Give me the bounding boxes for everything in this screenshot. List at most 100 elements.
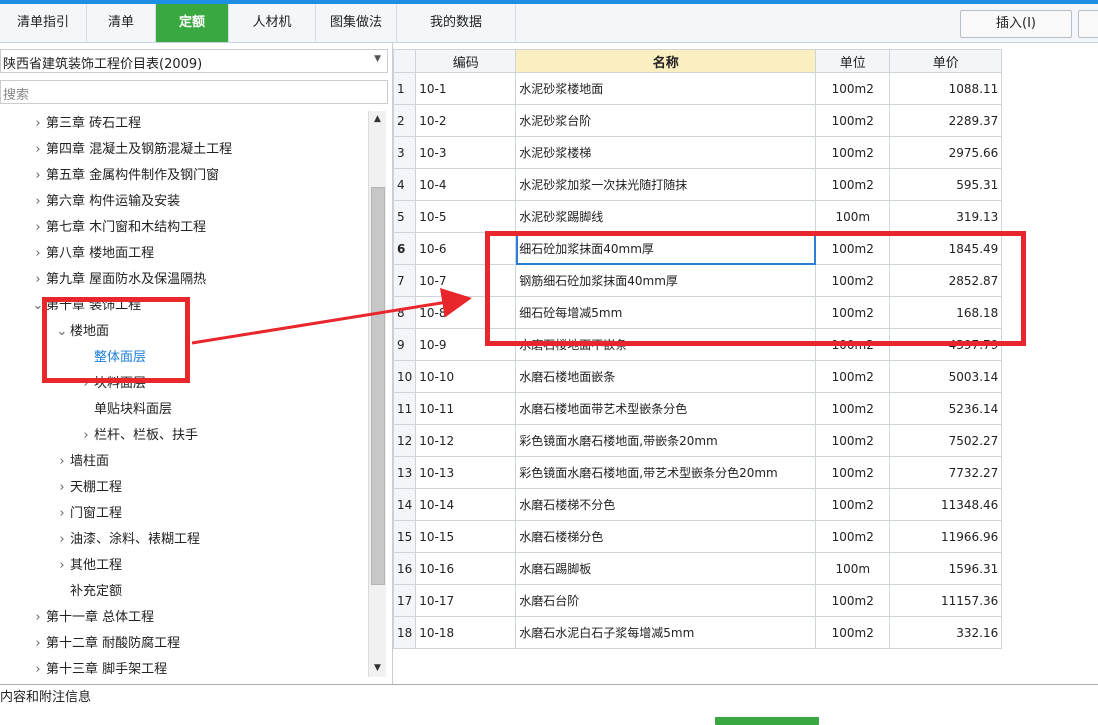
tree-node[interactable]: › 第三章 砖石工程 xyxy=(30,111,141,137)
tab-tuji[interactable]: 图集做法 xyxy=(316,4,397,42)
search-input[interactable]: 搜索 xyxy=(0,80,388,104)
unit-cell[interactable]: 100m2 xyxy=(815,424,891,457)
name-cell[interactable]: 水泥砂浆楼梯 xyxy=(515,136,817,169)
code-cell[interactable]: 10-17 xyxy=(415,584,517,617)
table-row[interactable]: 15 10-15 水磨石楼梯分色 100m2 11966.96 xyxy=(392,520,1003,553)
unit-cell[interactable]: 100m2 xyxy=(815,616,891,649)
tree-node[interactable]: › 第十二章 耐酸防腐工程 xyxy=(30,631,180,657)
col-header-name[interactable]: 名称 xyxy=(515,49,817,73)
code-cell[interactable]: 10-16 xyxy=(415,552,517,585)
unit-cell[interactable]: 100m2 xyxy=(815,72,891,105)
price-cell[interactable]: 332.16 xyxy=(889,616,1003,649)
name-cell[interactable]: 水磨石水泥白石子浆每增减5mm xyxy=(515,616,817,649)
row-index-cell[interactable]: 16 xyxy=(392,552,417,585)
price-cell[interactable]: 2289.37 xyxy=(889,104,1003,137)
price-cell[interactable]: 5003.14 xyxy=(889,360,1003,393)
price-cell[interactable]: 11966.96 xyxy=(889,520,1003,553)
price-cell[interactable]: 2852.87 xyxy=(889,264,1003,297)
tree-node[interactable]: 整体面层 xyxy=(78,345,146,371)
col-header-code[interactable]: 编码 xyxy=(415,49,517,73)
price-cell[interactable]: 4397.79 xyxy=(889,328,1003,361)
price-cell[interactable]: 11157.36 xyxy=(889,584,1003,617)
unit-cell[interactable]: 100m2 xyxy=(815,168,891,201)
price-cell[interactable]: 168.18 xyxy=(889,296,1003,329)
name-cell[interactable]: 水泥砂浆加浆一次抹光随打随抹 xyxy=(515,168,817,201)
table-row[interactable]: 5 10-5 水泥砂浆踢脚线 100m 319.13 xyxy=(392,200,1003,233)
code-cell[interactable]: 10-6 xyxy=(415,232,517,265)
unit-cell[interactable]: 100m2 xyxy=(815,328,891,361)
tree-node[interactable]: 补充定额 xyxy=(54,579,122,605)
table-row[interactable]: 18 10-18 水磨石水泥白石子浆每增减5mm 100m2 332.16 xyxy=(392,616,1003,649)
row-index-cell[interactable]: 15 xyxy=(392,520,417,553)
row-index-cell[interactable]: 12 xyxy=(392,424,417,457)
chevron-right-icon[interactable]: › xyxy=(30,267,46,293)
row-index-cell[interactable]: 2 xyxy=(392,104,417,137)
tree-node[interactable]: › 块料面层 xyxy=(78,371,146,397)
tree-node[interactable]: › 墙柱面 xyxy=(54,449,109,475)
row-index-cell[interactable]: 14 xyxy=(392,488,417,521)
table-row[interactable]: 1 10-1 水泥砂浆楼地面 100m2 1088.11 xyxy=(392,72,1003,105)
code-cell[interactable]: 10-18 xyxy=(415,616,517,649)
name-cell[interactable]: 彩色镜面水磨石楼地面,带嵌条20mm xyxy=(515,424,817,457)
price-cell[interactable]: 1596.31 xyxy=(889,552,1003,585)
price-cell[interactable]: 1845.49 xyxy=(889,232,1003,265)
unit-cell[interactable]: 100m2 xyxy=(815,296,891,329)
unit-cell[interactable]: 100m2 xyxy=(815,232,891,265)
chevron-right-icon[interactable]: › xyxy=(30,215,46,241)
code-cell[interactable]: 10-1 xyxy=(415,72,517,105)
price-cell[interactable]: 319.13 xyxy=(889,200,1003,233)
row-index-cell[interactable]: 13 xyxy=(392,456,417,489)
chevron-right-icon[interactable]: › xyxy=(30,189,46,215)
row-index-cell[interactable]: 7 xyxy=(392,264,417,297)
unit-cell[interactable]: 100m2 xyxy=(815,136,891,169)
next-toolbar-button[interactable] xyxy=(1078,10,1098,38)
code-cell[interactable]: 10-2 xyxy=(415,104,517,137)
chevron-right-icon[interactable]: › xyxy=(30,605,46,631)
code-cell[interactable]: 10-7 xyxy=(415,264,517,297)
chevron-right-icon[interactable]: › xyxy=(54,527,70,553)
table-row[interactable]: 11 10-11 水磨石楼地面带艺术型嵌条分色 100m2 5236.14 xyxy=(392,392,1003,425)
name-cell[interactable]: 细石砼每增减5mm xyxy=(515,296,817,329)
tree-node[interactable]: › 第七章 木门窗和木结构工程 xyxy=(30,215,206,241)
tree-node[interactable]: › 第六章 构件运输及安装 xyxy=(30,189,180,215)
unit-cell[interactable]: 100m2 xyxy=(815,456,891,489)
row-index-cell[interactable]: 3 xyxy=(392,136,417,169)
chevron-right-icon[interactable]: › xyxy=(30,241,46,267)
chevron-down-icon[interactable]: ⌄ xyxy=(54,319,70,345)
tab-dinge[interactable]: 定额 xyxy=(156,4,229,42)
price-cell[interactable]: 7502.27 xyxy=(889,424,1003,457)
code-cell[interactable]: 10-8 xyxy=(415,296,517,329)
unit-cell[interactable]: 100m2 xyxy=(815,360,891,393)
table-row[interactable]: 7 10-7 钢筋细石砼加浆抹面40mm厚 100m2 2852.87 xyxy=(392,264,1003,297)
name-cell[interactable]: 水磨石楼梯分色 xyxy=(515,520,817,553)
tree-node[interactable]: › 油漆、涂料、裱糊工程 xyxy=(54,527,200,553)
price-cell[interactable]: 11348.46 xyxy=(889,488,1003,521)
row-index-cell[interactable]: 18 xyxy=(392,616,417,649)
row-index-cell[interactable]: 5 xyxy=(392,200,417,233)
chevron-right-icon[interactable]: › xyxy=(54,501,70,527)
code-cell[interactable]: 10-5 xyxy=(415,200,517,233)
table-row[interactable]: 2 10-2 水泥砂浆台阶 100m2 2289.37 xyxy=(392,104,1003,137)
insert-button[interactable]: 插入(I) xyxy=(960,10,1072,38)
tree-node[interactable]: › 第四章 混凝土及钢筋混凝土工程 xyxy=(30,137,232,163)
chevron-right-icon[interactable]: › xyxy=(30,657,46,683)
tree-node[interactable]: › 第十一章 总体工程 xyxy=(30,605,154,631)
unit-cell[interactable]: 100m2 xyxy=(815,488,891,521)
scroll-thumb[interactable] xyxy=(371,187,385,585)
chevron-right-icon[interactable]: › xyxy=(54,553,70,579)
name-cell[interactable]: 水磨石台阶 xyxy=(515,584,817,617)
row-index-cell[interactable]: 9 xyxy=(392,328,417,361)
table-row[interactable]: 17 10-17 水磨石台阶 100m2 11157.36 xyxy=(392,584,1003,617)
name-cell[interactable]: 水磨石楼地面不嵌条 xyxy=(515,328,817,361)
name-cell[interactable]: 水磨石楼地面带艺术型嵌条分色 xyxy=(515,392,817,425)
code-cell[interactable]: 10-10 xyxy=(415,360,517,393)
chevron-right-icon[interactable]: › xyxy=(30,631,46,657)
tree-node[interactable]: ⌄ 楼地面 xyxy=(54,319,109,345)
library-dropdown[interactable]: 陕西省建筑装饰工程价目表(2009) ▼ xyxy=(0,49,388,73)
tree-node[interactable]: › 第五章 金属构件制作及钢门窗 xyxy=(30,163,219,189)
table-row[interactable]: 14 10-14 水磨石楼梯不分色 100m2 11348.46 xyxy=(392,488,1003,521)
code-cell[interactable]: 10-4 xyxy=(415,168,517,201)
table-row[interactable]: 13 10-13 彩色镜面水磨石楼地面,带艺术型嵌条分色20mm 100m2 7732.… xyxy=(392,456,1003,489)
name-cell[interactable]: 钢筋细石砼加浆抹面40mm厚 xyxy=(515,264,817,297)
unit-cell[interactable]: 100m2 xyxy=(815,104,891,137)
